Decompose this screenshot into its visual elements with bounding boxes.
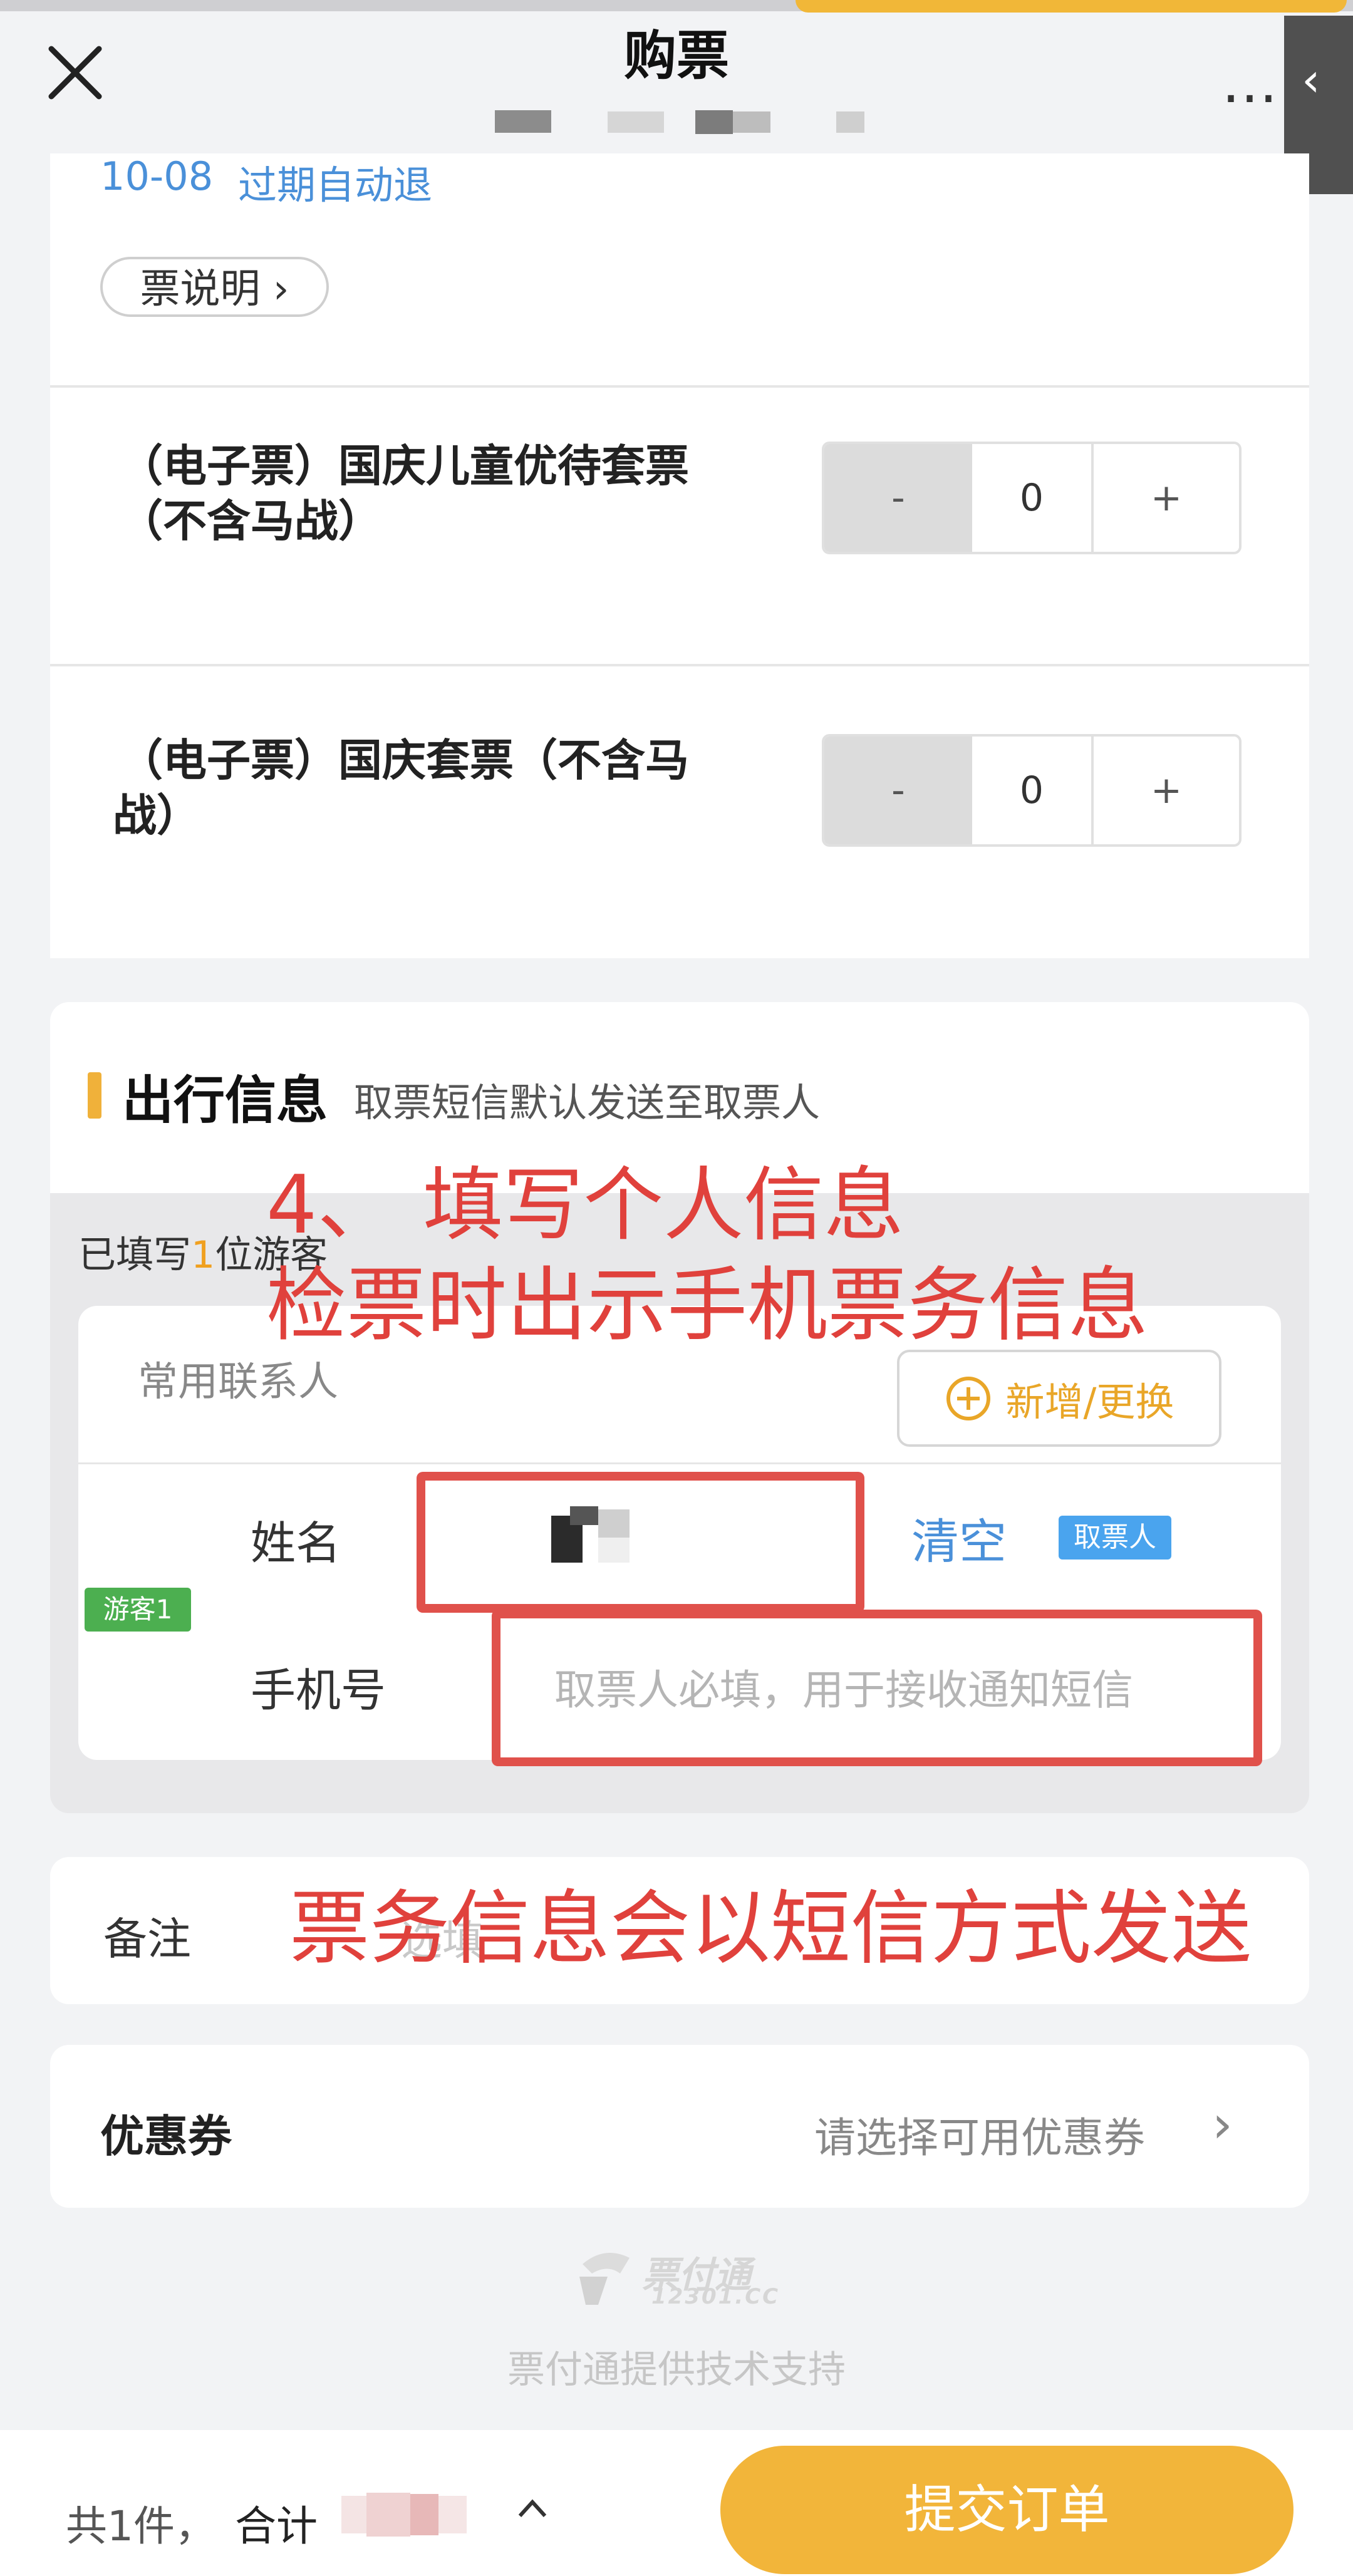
phone-label: 手机号: [251, 1664, 386, 1717]
quantity-value: 0: [972, 737, 1094, 844]
annotation-instruction: 检票时出示手机票务信息: [266, 1259, 1149, 1352]
chevron-left-icon: ‹: [1302, 53, 1320, 107]
section-accent-bar: [88, 1072, 101, 1119]
highlight-name-box: [417, 1472, 864, 1613]
add-change-label: 新增/更换: [1005, 1379, 1174, 1425]
annotation-sms-note: 票务信息会以短信方式发送: [289, 1882, 1252, 1975]
highlight-phone-box: [492, 1610, 1262, 1766]
divider: [50, 385, 1309, 388]
coupon-label: 优惠券: [100, 2111, 232, 2162]
ticket-name-line: （不含马战）: [119, 495, 382, 547]
frequent-contacts-label: 常用联系人: [138, 1359, 338, 1405]
blurred-subtitle: [489, 106, 864, 138]
add-change-contact-button[interactable]: 新增/更换: [897, 1350, 1221, 1447]
brand-logo: 票付通 12301.CC: [570, 2245, 783, 2311]
ticket-picker-badge: 取票人: [1059, 1516, 1171, 1560]
ticket-name-line: （电子票）国庆儿童优待套票: [119, 440, 689, 492]
ticket-item-name: （电子票）国庆套票（不含马 战）: [113, 733, 796, 843]
ticket-description-label: 票说明: [140, 266, 261, 313]
support-text: 票付通提供技术支持: [507, 2348, 846, 2392]
submit-order-button[interactable]: 提交订单: [720, 2446, 1293, 2574]
decrement-button[interactable]: -: [824, 737, 972, 844]
more-options-icon[interactable]: …: [1221, 50, 1280, 116]
increment-button[interactable]: +: [1094, 737, 1239, 844]
section-hint: 取票短信默认发送至取票人: [354, 1080, 821, 1125]
decrement-button[interactable]: -: [824, 444, 972, 552]
filled-prefix: 已填写: [78, 1233, 191, 1277]
chevron-right-icon: ›: [1212, 2095, 1233, 2154]
remark-label: 备注: [103, 1913, 191, 1965]
item-count: 共1件，: [66, 2502, 216, 2550]
ticket-name-line: 战）: [113, 790, 200, 841]
quantity-stepper: - 0 +: [822, 442, 1242, 554]
top-accent-decoration: [796, 0, 1347, 13]
blurred-total-amount: [341, 2486, 479, 2543]
ticket-name-line: （电子票）国庆套票（不含马: [119, 735, 689, 786]
increment-button[interactable]: +: [1094, 444, 1239, 552]
quantity-value: 0: [972, 444, 1094, 552]
clear-button[interactable]: 清空: [911, 1503, 1007, 1572]
divider: [78, 1462, 1281, 1464]
annotation-step: 4、 填写个人信息: [266, 1159, 905, 1252]
filled-count: 1: [191, 1233, 215, 1277]
quantity-stepper: - 0 +: [822, 734, 1242, 847]
total-label: 合计: [235, 2502, 318, 2550]
coupon-value[interactable]: 请选择可用优惠券: [814, 2104, 1145, 2165]
section-title: 出行信息: [122, 1071, 328, 1130]
validity-date: 10-08: [100, 153, 214, 199]
plus-circle-icon: [946, 1376, 990, 1420]
ticket-item-name: （电子票）国庆儿童优待套票 （不含马战）: [119, 438, 796, 549]
divider: [50, 664, 1309, 666]
expand-total-icon[interactable]: [514, 2490, 551, 2537]
chevron-right-icon: ›: [260, 266, 289, 313]
page-title: 购票: [623, 25, 729, 86]
name-label: 姓名: [251, 1517, 341, 1570]
ticket-description-button[interactable]: 票说明 ›: [100, 257, 329, 317]
brand-logo-icon: [579, 2253, 630, 2305]
brand-logo-domain: 12301.CC: [651, 2284, 780, 2309]
guest-badge: 游客1: [85, 1588, 191, 1632]
refund-policy: 过期自动退: [238, 162, 433, 208]
